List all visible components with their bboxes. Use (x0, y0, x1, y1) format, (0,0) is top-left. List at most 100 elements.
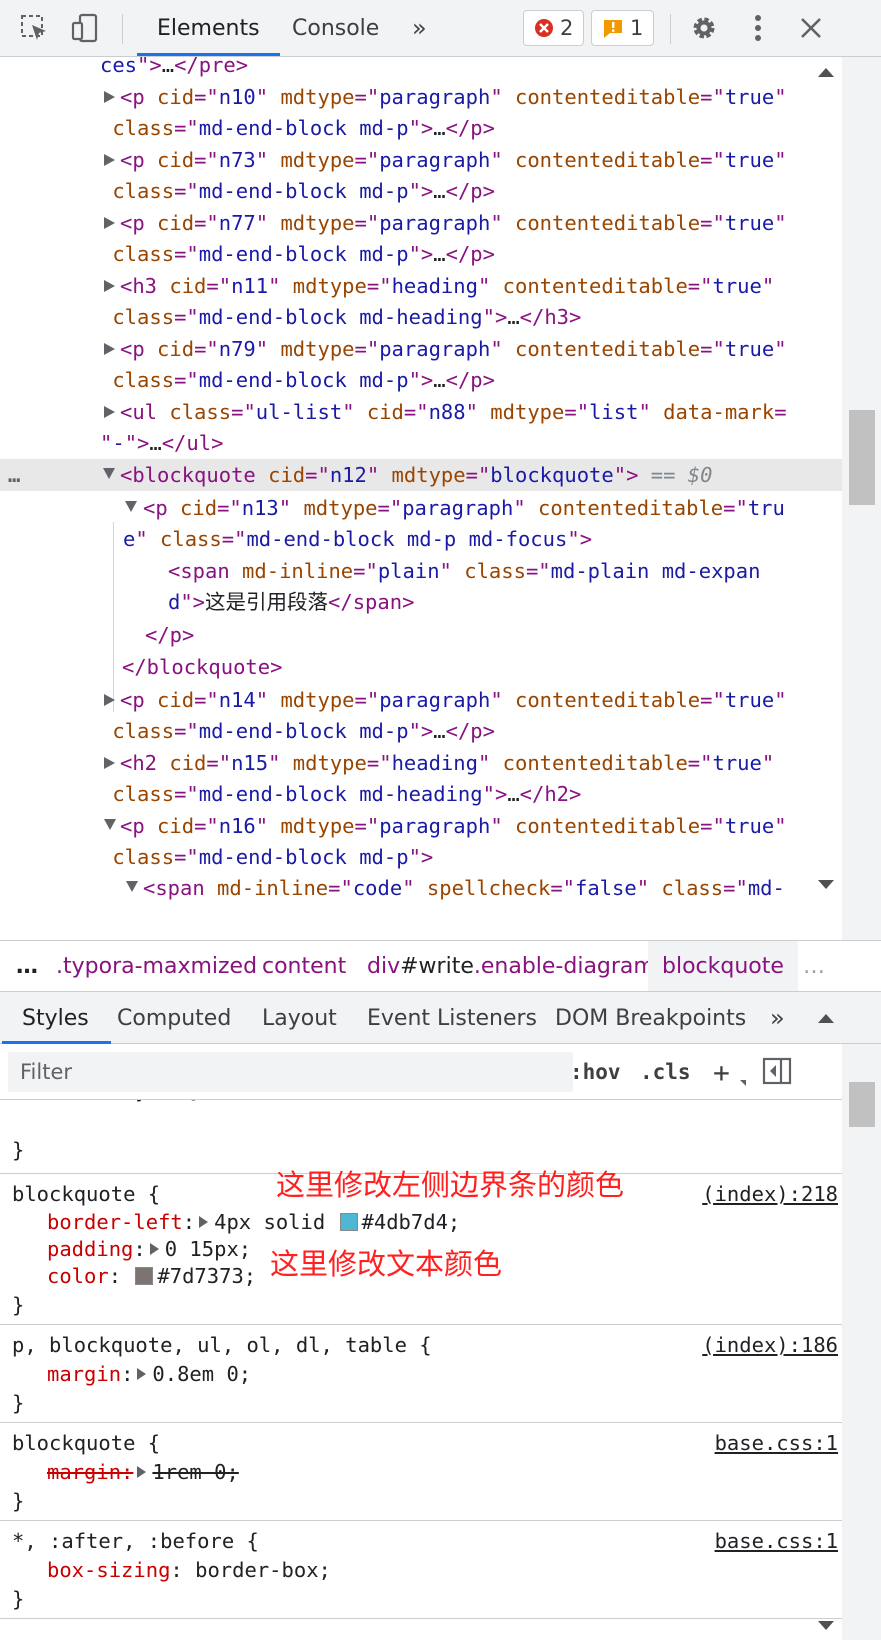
dom-node-line[interactable]: class="md-end-block md-p">…</p> (0, 238, 842, 270)
rule-element-style[interactable]: element.style {} (0, 1100, 842, 1174)
close-icon[interactable] (795, 12, 827, 44)
css-property[interactable]: margin: 0.8em 0; (47, 1360, 251, 1388)
expand-shorthand-icon[interactable] (149, 1243, 159, 1255)
rule-shared-margin[interactable]: p, blockquote, ul, ol, dl, table { (index… (0, 1325, 842, 1423)
dom-node-line[interactable]: e" class="md-end-block md-p md-focus"> (0, 523, 842, 555)
dom-node-line[interactable]: <p cid="n16" mdtype="paragraph" contente… (0, 810, 842, 842)
tab-styles[interactable]: Styles (2, 992, 111, 1044)
gear-icon[interactable] (688, 12, 720, 44)
tab-console[interactable]: Console (292, 0, 379, 56)
color-swatch[interactable] (135, 1267, 154, 1285)
dom-node-line[interactable]: class="md-end-block md-heading">…</h2> (0, 778, 842, 810)
dom-node-line[interactable]: </p> (0, 619, 842, 651)
styles-scrollbar[interactable] (842, 1044, 881, 1640)
css-property[interactable]: padding: 0 15px; (47, 1235, 251, 1263)
kebab-menu-icon[interactable] (742, 12, 774, 44)
rule-selector[interactable]: blockquote { (12, 1429, 160, 1457)
dom-tree-scrollbar-thumb[interactable] (849, 410, 875, 505)
rule-close-brace[interactable]: } (12, 1487, 24, 1515)
rule-blockquote[interactable]: blockquote { (index):218 border-left: 4px s… (0, 1171, 842, 1325)
rule-selector[interactable]: blockquote { (12, 1180, 160, 1208)
rule-close-brace[interactable]: } (12, 1389, 24, 1417)
css-property[interactable]: border-left: 4px solid #4db7d4; (47, 1208, 460, 1236)
rule-source-link[interactable]: base.css:1 (715, 1429, 838, 1457)
color-swatch[interactable] (339, 1213, 358, 1231)
tab-dom-breakpoints[interactable]: DOM Breakpoints (555, 992, 746, 1044)
more-subtabs-button[interactable]: » (770, 992, 785, 1044)
hov-button[interactable]: :hov (570, 1052, 621, 1092)
css-property[interactable]: box-sizing: border-box; (47, 1556, 331, 1584)
scroll-down-arrow[interactable] (818, 1621, 834, 1630)
expanded-triangle-icon[interactable] (103, 468, 115, 479)
tab-layout[interactable]: Layout (262, 992, 337, 1044)
new-style-rule-button[interactable]: + (713, 1052, 730, 1092)
css-property-overridden[interactable]: margin: 1rem 0; (47, 1458, 239, 1486)
inspect-element-icon[interactable] (18, 12, 50, 44)
dom-node-line[interactable]: <span md-inline="plain" class="md-plain … (0, 555, 842, 587)
dom-node-line[interactable]: <h3 cid="n11" mdtype="heading" contented… (0, 270, 842, 302)
dom-node-line[interactable]: class="md-end-block md-p"> (0, 841, 842, 873)
rule-selector[interactable]: element.style { (12, 1100, 197, 1104)
breadcrumb-item[interactable]: content (262, 941, 346, 991)
dom-node-line[interactable]: <p cid="n13" mdtype="paragraph" contente… (0, 492, 842, 524)
warnings-badge[interactable]: 1 (591, 10, 655, 46)
expand-shorthand-icon[interactable] (137, 1466, 147, 1478)
toolbar-divider (670, 14, 671, 44)
rule-blockquote-base[interactable]: blockquote { base.css:1 margin: 1rem 0;} (0, 1423, 842, 1521)
rule-close-brace[interactable]: } (12, 1136, 24, 1164)
styles-scrollbar-thumb[interactable] (849, 1082, 875, 1127)
rule-close-brace[interactable]: } (12, 1585, 24, 1613)
toggle-sidebar-icon[interactable] (762, 1056, 792, 1090)
scroll-up-arrow[interactable] (818, 1014, 834, 1023)
dom-node-line[interactable]: class="md-end-block md-heading">…</h3> (0, 301, 842, 333)
rule-source-link[interactable]: (index):186 (702, 1331, 838, 1359)
breadcrumb-item[interactable]: div #write .enable-diagrams (367, 941, 666, 991)
more-tabs-button[interactable]: » (412, 0, 427, 56)
dom-node-line[interactable]: <p cid="n73" mdtype="paragraph" contente… (0, 144, 842, 176)
rule-source-link[interactable]: (index):218 (702, 1180, 838, 1208)
dom-node-line[interactable]: <span md-inline="code" spellcheck="false… (0, 872, 842, 904)
dom-node-line[interactable]: <ul class="ul-list" cid="n88" mdtype="li… (0, 396, 842, 428)
dom-node-line[interactable]: d">这是引用段落</span> (0, 586, 842, 618)
dom-node-line[interactable]: class="md-end-block md-p">…</p> (0, 715, 842, 747)
dom-node-selected[interactable]: <blockquote cid="n12" mdtype="blockquote… (0, 459, 842, 491)
node-actions-dots[interactable]: … (8, 459, 20, 491)
rule-close-brace[interactable]: } (12, 1291, 24, 1319)
styles-rules: element.style {}blockquote {(index):218b… (0, 1100, 842, 1640)
device-toolbar-icon[interactable] (69, 12, 101, 44)
filter-input[interactable] (8, 1052, 573, 1092)
expand-shorthand-icon[interactable] (137, 1368, 147, 1380)
css-property[interactable]: color: #7d7373; (47, 1262, 256, 1290)
scroll-down-arrow[interactable] (818, 880, 834, 889)
dom-node-line[interactable]: class="md-end-block md-p">…</p> (0, 175, 842, 207)
tab-event-listeners[interactable]: Event Listeners (367, 992, 537, 1044)
tab-computed[interactable]: Computed (117, 992, 231, 1044)
dom-node-line[interactable]: ces">…</pre> (0, 57, 842, 81)
errors-badge[interactable]: 2 (523, 10, 585, 46)
scroll-up-arrow[interactable] (818, 68, 834, 77)
cls-button[interactable]: .cls (640, 1052, 691, 1092)
breadcrumb-scroll-right[interactable]: … (803, 941, 825, 991)
dom-node-line[interactable]: <p cid="n14" mdtype="paragraph" contente… (0, 684, 842, 716)
dom-node-line[interactable]: class="md-end-block md-p">…</p> (0, 364, 842, 396)
dom-tree[interactable]: ces">…</pre> <p cid="n10" mdtype="paragra… (0, 57, 842, 940)
annotation-text-color: 这里修改文本颜色 (270, 1247, 503, 1281)
breadcrumb-scroll-left[interactable]: … (16, 941, 38, 991)
dom-node-line[interactable]: "-">…</ul> (0, 427, 842, 459)
errors-count: 2 (560, 16, 574, 40)
breadcrumb-item[interactable]: .typora-maxmized (56, 941, 257, 991)
dom-node-line[interactable]: <p cid="n10" mdtype="paragraph" contente… (0, 81, 842, 113)
dom-node-line[interactable]: </blockquote> (0, 651, 842, 683)
expand-shorthand-icon[interactable] (199, 1216, 209, 1228)
dom-node-line[interactable]: <h2 cid="n15" mdtype="heading" contented… (0, 747, 842, 779)
breadcrumb-item-current[interactable]: blockquote (648, 941, 798, 991)
rule-selector[interactable]: p, blockquote, ul, ol, dl, table { (12, 1331, 432, 1359)
rule-source-link[interactable]: base.css:1 (715, 1527, 838, 1555)
rule-universal-box-sizing[interactable]: *, :after, :before { base.css:1 box-sizing… (0, 1521, 842, 1619)
tab-elements[interactable]: Elements (137, 0, 280, 56)
dom-node-line[interactable]: class="md-end-block md-p">…</p> (0, 112, 842, 144)
dom-node-line[interactable]: <p cid="n77" mdtype="paragraph" contente… (0, 207, 842, 239)
rule-selector[interactable]: *, :after, :before { (12, 1527, 259, 1555)
new-rule-dropdown-icon[interactable] (740, 1080, 746, 1086)
dom-node-line[interactable]: <p cid="n79" mdtype="paragraph" contente… (0, 333, 842, 365)
